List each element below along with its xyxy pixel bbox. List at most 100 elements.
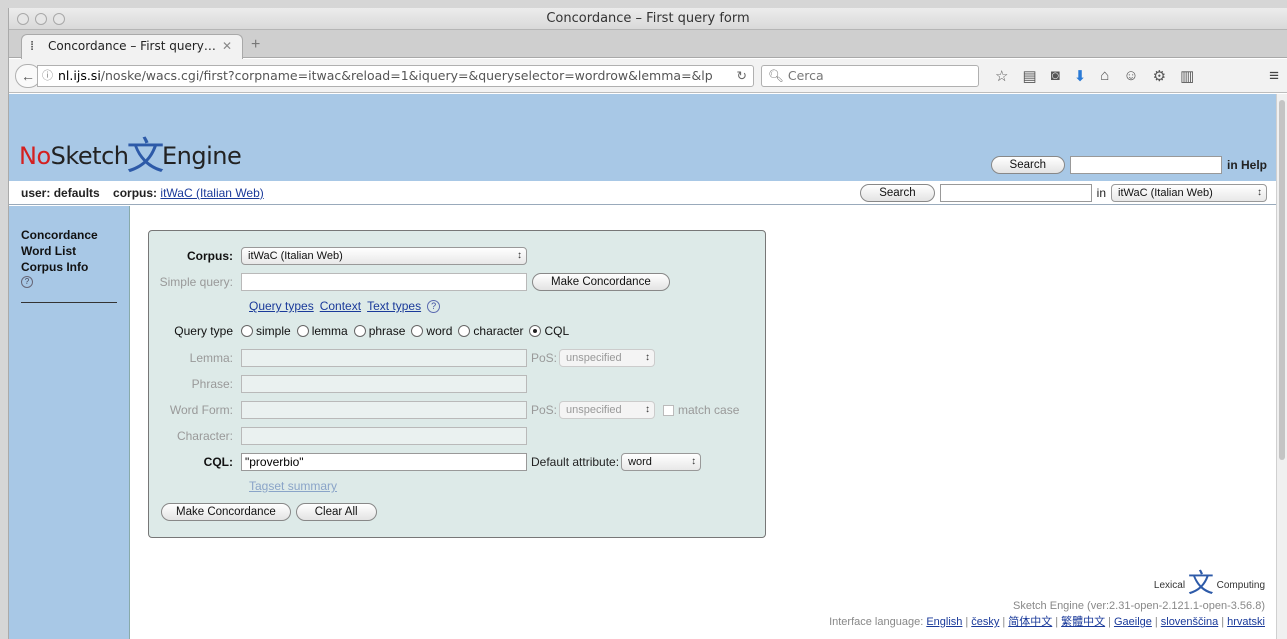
url-bar[interactable]: ⓘ nl.ijs.si/noske/wacs.cgi/first?corpnam… xyxy=(37,65,754,87)
word-form-pos-select[interactable]: unspecified xyxy=(559,401,656,419)
sidebar-divider xyxy=(21,302,117,303)
reload-icon[interactable]: ↻ xyxy=(737,66,747,86)
lemma-pos-select[interactable]: unspecified xyxy=(559,349,656,367)
radio-label: character xyxy=(473,324,524,338)
new-tab-button[interactable]: + xyxy=(251,36,260,54)
nosketch-engine-logo[interactable]: NoSketch文Engine xyxy=(19,120,242,178)
corpus-select[interactable]: itWaC (Italian Web) xyxy=(241,247,527,265)
query-type-lemma-radio[interactable]: lemma xyxy=(296,324,348,338)
query-types-link[interactable]: Query types xyxy=(249,299,314,313)
lang-simplified-chinese-link[interactable]: 简体中文 xyxy=(1008,616,1052,628)
sidebar-item-concordance[interactable]: Concordance xyxy=(9,227,129,243)
phrase-label: Phrase: xyxy=(191,377,233,391)
lang-english-link[interactable]: English xyxy=(926,616,962,628)
download-icon[interactable]: ⬇ xyxy=(1074,67,1087,85)
browser-search-field[interactable]: 🔍︎ Cerca xyxy=(761,65,979,87)
minimize-window-button[interactable] xyxy=(35,13,47,25)
query-help-icon[interactable]: ? xyxy=(427,299,441,313)
make-concordance-top-button[interactable]: Make Concordance xyxy=(532,273,670,291)
query-help-links: Query types Context Text types ? xyxy=(249,299,441,313)
sidebar-item-corpus-info[interactable]: Corpus Info xyxy=(9,259,129,275)
close-window-button[interactable] xyxy=(17,13,29,25)
menu-icon[interactable]: ≡ xyxy=(1269,66,1279,86)
pocket-icon[interactable]: ◙ xyxy=(1051,67,1060,85)
lemma-input[interactable] xyxy=(241,349,527,367)
zoom-window-button[interactable] xyxy=(53,13,65,25)
window-titlebar: Concordance – First query form xyxy=(9,8,1287,30)
make-concordance-button[interactable]: Make Concordance xyxy=(161,503,291,521)
version-text: Sketch Engine (ver:2.31-open-2.121.1-ope… xyxy=(1013,600,1265,612)
lang-irish-link[interactable]: Gaeilge xyxy=(1114,616,1152,628)
word-form-label: Word Form: xyxy=(169,403,233,417)
tagset-summary-link[interactable]: Tagset summary xyxy=(249,479,337,493)
corpus-link[interactable]: itWaC (Italian Web) xyxy=(160,186,263,200)
character-row: Character: xyxy=(149,427,527,445)
lemma-pos-label: PoS: xyxy=(531,351,558,365)
radio-label: phrase xyxy=(368,324,406,338)
interface-language-label: Interface language: xyxy=(829,616,924,628)
simple-query-input[interactable] xyxy=(241,273,527,291)
toolbar-icons: ☆ ▤ ◙ ⬇ ⌂ ☺ ⚙ ▥ xyxy=(995,67,1194,85)
context-link[interactable]: Context xyxy=(320,299,361,313)
query-type-simple-radio[interactable]: simple xyxy=(241,324,291,338)
home-icon[interactable]: ⌂ xyxy=(1100,67,1109,85)
extension-icon[interactable]: ⚙ xyxy=(1153,67,1166,85)
query-type-label: Query type xyxy=(174,324,233,338)
word-form-pos-label: PoS: xyxy=(531,403,558,417)
help-search-button[interactable]: Search xyxy=(990,156,1065,174)
corpus-search-input[interactable] xyxy=(939,184,1092,202)
query-type-row: Query type simple lemma phrase word char… xyxy=(149,324,575,338)
radio-selected-icon xyxy=(529,325,542,337)
lang-traditional-chinese-link[interactable]: 繁體中文 xyxy=(1061,616,1105,628)
radio-icon xyxy=(241,325,253,337)
corpus-search-select[interactable]: itWaC (Italian Web) xyxy=(1111,184,1267,202)
clipboard-icon[interactable]: ▥ xyxy=(1180,67,1194,85)
sidebar-item-word-list[interactable]: Word List xyxy=(9,243,129,259)
lemma-row: Lemma: PoS: unspecified xyxy=(149,349,656,367)
radio-icon xyxy=(411,325,424,337)
word-form-input[interactable] xyxy=(241,401,527,419)
reading-list-icon[interactable]: ▤ xyxy=(1022,67,1036,85)
lexical-computing-logo[interactable]: Lexical 文 Computing xyxy=(829,559,1265,598)
simple-query-label: Simple query: xyxy=(159,275,233,289)
user-bar: user: defaults corpus: itWaC (Italian We… xyxy=(9,181,1277,205)
scrollbar-thumb[interactable] xyxy=(1279,100,1285,460)
separator: | xyxy=(965,616,969,628)
separator: | xyxy=(1002,616,1006,628)
vertical-scrollbar[interactable] xyxy=(1276,94,1287,639)
phrase-input[interactable] xyxy=(241,375,527,393)
character-label: Character: xyxy=(176,429,233,443)
url-path: /noske/wacs.cgi/first?corpname=itwac&rel… xyxy=(100,68,713,83)
query-type-character-radio[interactable]: character xyxy=(458,324,523,338)
character-input[interactable] xyxy=(241,427,527,445)
match-case-checkbox[interactable] xyxy=(663,404,675,416)
corpus-label: Corpus: xyxy=(187,249,233,263)
form-actions: Make Concordance Clear All xyxy=(161,503,377,521)
lang-czech-link[interactable]: česky xyxy=(971,616,999,628)
clear-all-button[interactable]: Clear All xyxy=(295,503,377,521)
sidebar-help-icon[interactable]: ? xyxy=(21,276,33,288)
chat-icon[interactable]: ☺ xyxy=(1123,67,1138,85)
text-types-link[interactable]: Text types xyxy=(367,299,421,313)
query-type-cql-radio[interactable]: CQL xyxy=(529,324,569,338)
search-placeholder: Cerca xyxy=(787,68,824,83)
logo-glyph-icon: 文 xyxy=(126,134,165,178)
corpus-row: Corpus: itWaC (Italian Web) xyxy=(149,247,527,265)
user-corpus-info: user: defaults corpus: itWaC (Italian We… xyxy=(21,186,264,200)
favicon-icon: ⁞ xyxy=(30,39,35,54)
site-info-icon[interactable]: ⓘ xyxy=(42,66,53,86)
query-type-phrase-radio[interactable]: phrase xyxy=(353,324,406,338)
tab-concordance[interactable]: ⁞ Concordance – First query… ✕ xyxy=(21,34,243,59)
back-arrow-icon: ← xyxy=(21,68,35,84)
lang-croatian-link[interactable]: hrvatski xyxy=(1227,616,1265,628)
tab-close-icon[interactable]: ✕ xyxy=(222,35,232,58)
browser-window: Concordance – First query form ⁞ Concord… xyxy=(8,8,1287,639)
cql-input[interactable] xyxy=(241,453,527,471)
default-attribute-select[interactable]: word xyxy=(621,453,702,471)
tagset-row: Tagset summary xyxy=(249,479,337,493)
help-search-input[interactable] xyxy=(1069,156,1222,174)
corpus-search-button[interactable]: Search xyxy=(860,184,935,202)
query-type-word-radio[interactable]: word xyxy=(411,324,452,338)
bookmark-star-icon[interactable]: ☆ xyxy=(995,67,1008,85)
lang-slovenian-link[interactable]: slovenščina xyxy=(1161,616,1218,628)
